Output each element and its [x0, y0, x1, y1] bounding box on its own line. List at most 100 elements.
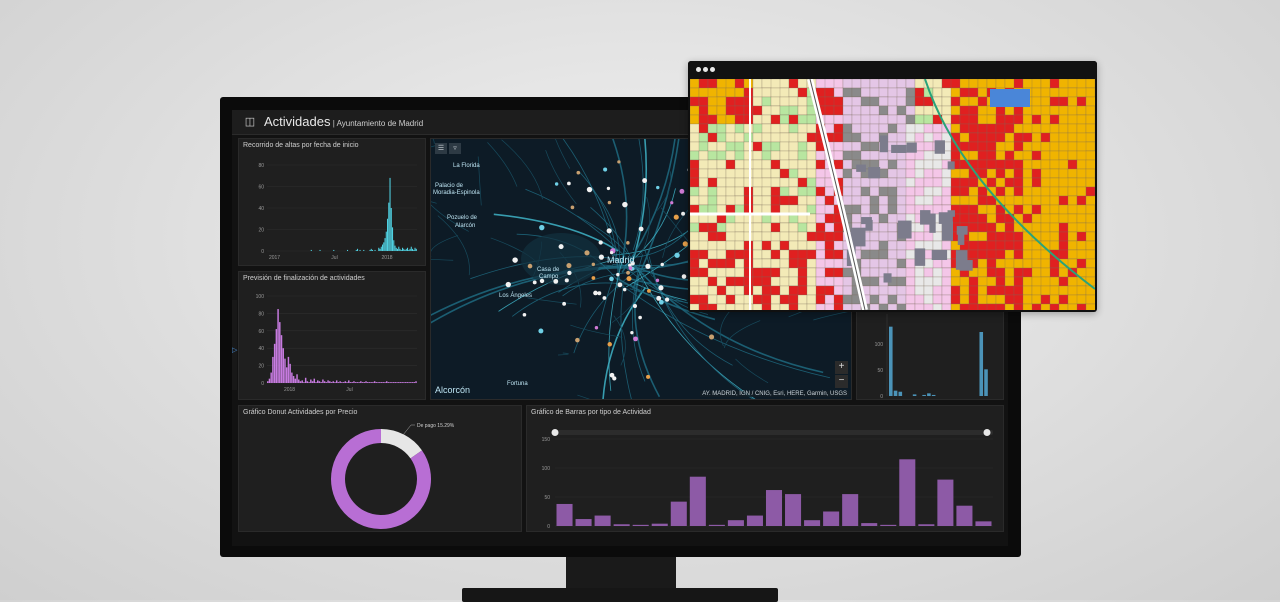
- zoning-parcel: [743, 141, 754, 152]
- zoning-parcel: [824, 267, 835, 278]
- zoning-parcel: [851, 213, 862, 224]
- map-park-area: [521, 233, 601, 285]
- zoning-parcel: [932, 294, 943, 305]
- zoning-parcel: [968, 79, 979, 89]
- altas-bar: [370, 248, 372, 251]
- zoning-map-canvas[interactable]: [690, 79, 1095, 310]
- small-bar: [893, 390, 898, 396]
- prevision-bar: [304, 377, 307, 383]
- zoning-parcel: [1049, 267, 1060, 278]
- zoning-parcel: [905, 159, 916, 170]
- altas-bar: [363, 249, 365, 251]
- zoning-parcel: [761, 96, 772, 107]
- map-activity-point: [598, 254, 604, 260]
- small-bar: [898, 391, 903, 396]
- altas-histogram[interactable]: 80 60 40 20 0 2017 Jul 2018: [239, 139, 427, 267]
- zoning-parcel: [887, 123, 898, 134]
- zoning-parcel: [824, 114, 835, 125]
- window-dot-1[interactable]: [696, 67, 701, 72]
- map-layers-icon[interactable]: ☰: [435, 143, 447, 154]
- zoning-parcel: [824, 186, 835, 197]
- zoning-parcel: [1085, 213, 1095, 224]
- zoning-parcel: [779, 303, 790, 310]
- map-road: [632, 139, 644, 251]
- prevision-bar: [380, 382, 383, 383]
- map-activity-point: [622, 287, 627, 292]
- zoning-parcel: [833, 105, 844, 116]
- zoning-parcel: [986, 276, 997, 287]
- zoning-parcel: [698, 285, 709, 296]
- prevision-y-tick: 100: [256, 294, 265, 300]
- zoning-parcel: [1085, 249, 1095, 260]
- zoning-parcel: [878, 258, 889, 269]
- zoning-parcel: [851, 141, 862, 152]
- zoning-parcel: [788, 186, 799, 197]
- zoning-parcel: [815, 240, 826, 251]
- prevision-bar: [334, 382, 336, 383]
- zoning-parcel: [761, 123, 772, 134]
- map-activity-point: [656, 295, 662, 301]
- zoning-parcel: [896, 132, 907, 143]
- zoning-parcel: [995, 240, 1006, 251]
- zoning-parcel: [1004, 168, 1015, 179]
- zoning-parcel: [851, 123, 862, 134]
- zoning-parcel: [779, 177, 790, 188]
- prevision-bar: [389, 382, 391, 383]
- prevision-bar: [396, 382, 398, 383]
- side-collapse-tab[interactable]: [232, 300, 237, 390]
- zoning-parcel: [1022, 159, 1033, 170]
- zoom-in-button[interactable]: +: [835, 361, 848, 374]
- zoning-parcel: [752, 222, 763, 233]
- zoning-parcel: [914, 294, 925, 305]
- zoning-parcel: [1058, 132, 1069, 143]
- prevision-bar: [296, 374, 298, 383]
- window-dot-3[interactable]: [710, 67, 715, 72]
- zoning-parcel: [788, 168, 799, 179]
- zoning-parcel: [923, 186, 934, 197]
- zoning-map[interactable]: [690, 79, 1095, 310]
- map-label-casa-1: Casa de: [537, 267, 560, 273]
- zoning-parcel: [905, 177, 916, 188]
- prevision-histogram[interactable]: 100 80 60 40 20 0 2018 Jul: [239, 272, 427, 401]
- zoning-parcel: [761, 150, 772, 161]
- prevision-y-tick: 40: [258, 346, 264, 352]
- zoning-parcel: [869, 285, 880, 296]
- zoning-parcel: [725, 276, 736, 287]
- prevision-bar: [382, 382, 384, 383]
- zoning-parcel: [1022, 258, 1033, 269]
- zoning-parcel: [1031, 285, 1042, 296]
- zoning-parcel: [1076, 213, 1087, 224]
- zoning-parcel: [977, 195, 988, 206]
- zoning-parcel: [690, 222, 700, 233]
- zoning-parcel: [896, 294, 907, 305]
- map-filter-icon[interactable]: ▿: [449, 143, 461, 154]
- zoning-parcel: [968, 222, 979, 233]
- zoning-parcel: [986, 267, 997, 278]
- zoning-parcel: [932, 240, 943, 251]
- zoning-parcel: [986, 240, 997, 251]
- zoning-parcel: [905, 267, 916, 278]
- zoom-out-button[interactable]: −: [835, 375, 848, 388]
- window-dot-2[interactable]: [703, 67, 708, 72]
- barras-chart[interactable]: 150 100 50 0: [527, 406, 1005, 533]
- prevision-bar: [410, 382, 412, 383]
- zoning-parcel: [959, 168, 970, 179]
- altas-bar: [347, 249, 349, 251]
- map-activity-point: [527, 263, 533, 269]
- prevision-bar: [277, 309, 279, 383]
- map-activity-point: [591, 276, 596, 280]
- zoning-parcel: [752, 96, 763, 107]
- zoning-parcel: [797, 258, 808, 269]
- zoning-parcel: [788, 276, 799, 287]
- donut-chart[interactable]: De pago 15.29%: [239, 406, 523, 533]
- zoning-parcel: [690, 96, 700, 107]
- zoning-parcel: [869, 186, 880, 197]
- donut-leader-line: [402, 424, 415, 436]
- zoning-parcel: [1031, 79, 1042, 89]
- zoning-parcel: [1085, 267, 1095, 278]
- expand-panel-icon[interactable]: ▷: [232, 346, 237, 354]
- zoning-parcel: [743, 240, 754, 251]
- map-activity-point: [554, 182, 559, 186]
- altas-bar: [398, 246, 400, 251]
- zoning-parcel: [1076, 303, 1087, 310]
